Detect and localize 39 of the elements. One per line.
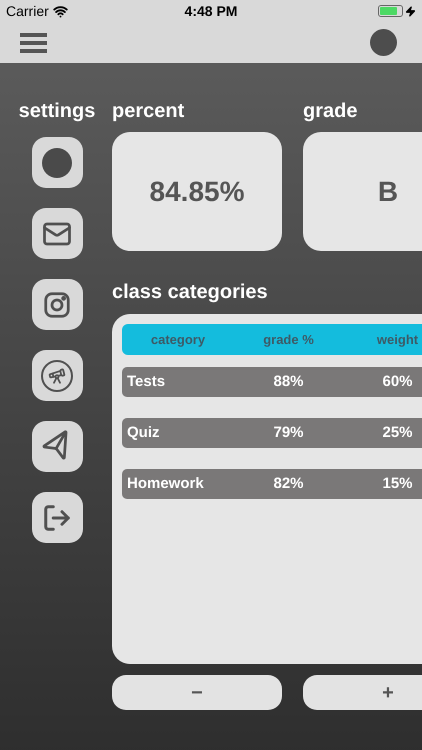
- table-cell-text: 15%: [382, 474, 414, 494]
- wifi-icon: [52, 4, 68, 18]
- categories-heading: class categories: [112, 280, 269, 301]
- settings-button[interactable]: [32, 492, 82, 543]
- settings-heading: settings: [18, 99, 96, 120]
- settings-button[interactable]: [32, 208, 82, 259]
- settings-button[interactable]: [32, 279, 82, 330]
- summary-value: 84.85%: [150, 174, 244, 208]
- profile-button[interactable]: [370, 29, 397, 56]
- menu-button[interactable]: [20, 32, 47, 52]
- camera-icon: [42, 290, 72, 320]
- carrier-label: Carrier: [6, 2, 49, 20]
- table-cell-text: Tests: [126, 372, 166, 392]
- column-header: category: [150, 330, 206, 349]
- category-row[interactable]: Homework 82% 15%: [122, 469, 422, 499]
- settings-button[interactable]: [32, 421, 82, 472]
- table-cell-text: 25%: [382, 422, 414, 443]
- table-cell-text: Quiz: [126, 422, 160, 443]
- status-time: 4:48 PM: [184, 2, 238, 20]
- category-row[interactable]: Tests 88% 60%: [122, 367, 422, 397]
- table-cell-text: 79%: [272, 422, 305, 443]
- table-cell-text: 60%: [382, 372, 414, 392]
- column-header: weight: [376, 330, 420, 349]
- table-cell-text: Homework: [126, 474, 205, 494]
- summary-value: B: [378, 174, 398, 208]
- telescope-icon: [41, 360, 73, 392]
- table-cell-text: 88%: [272, 372, 305, 392]
- increase-button[interactable]: +: [303, 675, 422, 710]
- exit-icon: [42, 502, 72, 532]
- decrease-button[interactable]: −: [112, 675, 282, 710]
- settings-button[interactable]: [32, 137, 82, 188]
- table-cell-text: 82%: [272, 474, 305, 494]
- summary-heading: grade: [303, 99, 358, 120]
- charging-icon: [405, 6, 416, 16]
- settings-button[interactable]: [32, 350, 82, 401]
- category-row[interactable]: Quiz 79% 25%: [122, 418, 422, 448]
- column-header: grade %: [262, 330, 315, 349]
- battery-icon: [378, 5, 404, 17]
- summary-heading: percent: [112, 99, 186, 120]
